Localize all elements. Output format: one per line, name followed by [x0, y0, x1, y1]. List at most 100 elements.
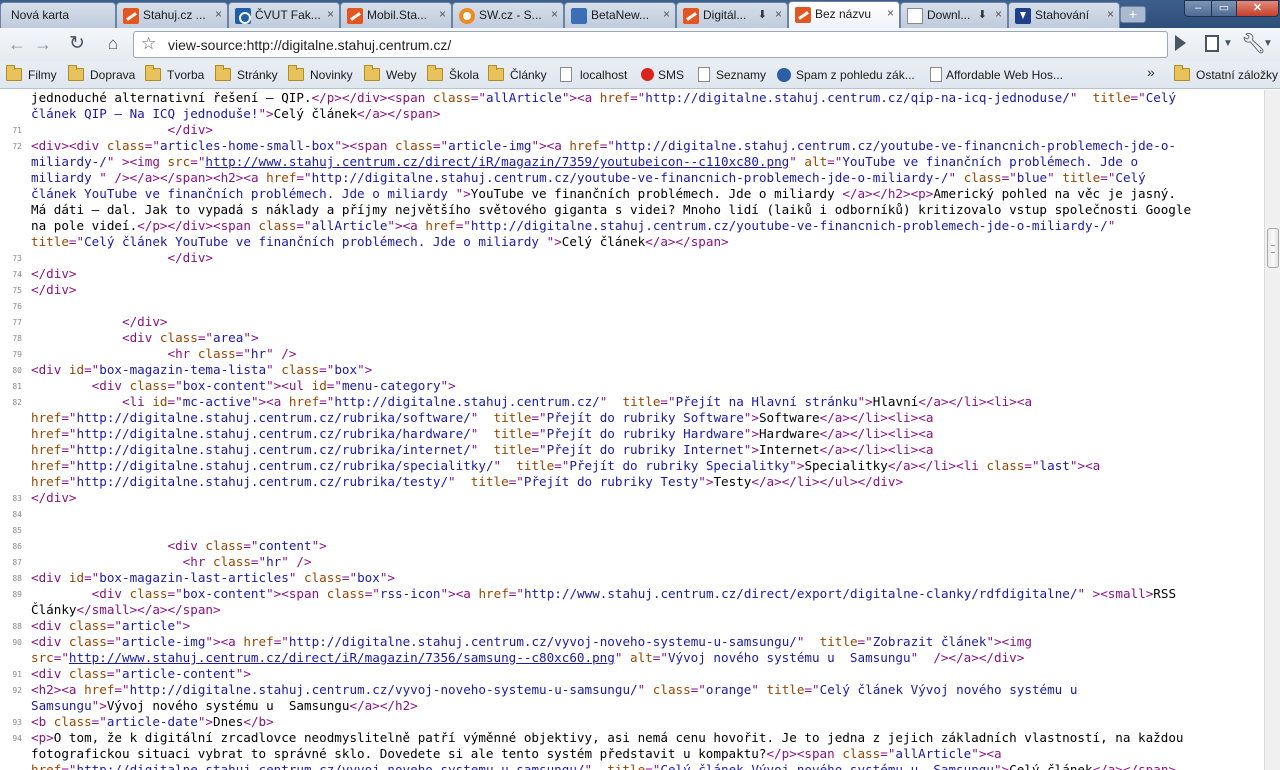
code-token: http://digitalne.stahuj.centrum.cz/youtu…: [470, 218, 1108, 233]
source-line: 84: [0, 506, 1264, 522]
close-window-button[interactable]: ✕: [1236, 0, 1279, 17]
code-token: box-content: [182, 586, 267, 601]
code-token: orange: [705, 682, 752, 697]
go-icon[interactable]: [1175, 35, 1186, 51]
line-number: 80: [12, 366, 22, 375]
bookmark-label: Novinky: [310, 68, 353, 82]
code-token: </a>: [819, 442, 850, 457]
folder-icon: [364, 65, 380, 81]
code-token: class: [197, 346, 236, 361]
bookmark-label: Spam z pohledu zák...: [796, 68, 915, 82]
page-menu-icon[interactable]: [1205, 35, 1219, 52]
tab-sw-cz[interactable]: SW.cz - S... ×: [452, 2, 564, 28]
close-icon[interactable]: ×: [663, 7, 670, 21]
code-token: box: [334, 362, 358, 377]
code-token: <hr: [182, 554, 213, 569]
address-bar[interactable]: ☆ view-source:http://digitalne.stahuj.ce…: [133, 31, 1168, 58]
toolbar: ← → ↻ ⌂ ☆ view-source:http://digitalne.s…: [0, 28, 1280, 61]
tab-digitalne[interactable]: Digitál... ⬇ ×: [676, 2, 788, 28]
code-token: =": [1001, 170, 1017, 185]
tab-bez-nazvu[interactable]: Bez názvu ×: [788, 1, 900, 28]
maximize-button[interactable]: ▭: [1211, 0, 1237, 17]
source-line: href="http://digitalne.stahuj.centrum.cz…: [0, 410, 1264, 426]
code-token: class: [432, 90, 471, 105]
home-button[interactable]: ⌂: [102, 33, 124, 55]
code-token[interactable]: http://www.stahuj.centrum.cz/direct/iR/m…: [205, 154, 789, 169]
cvut-icon: [235, 8, 251, 24]
folder-icon: [427, 65, 443, 81]
code-token: =": [1130, 90, 1146, 105]
close-icon[interactable]: ×: [327, 7, 334, 21]
code-token[interactable]: http://www.stahuj.centrum.cz/direct/iR/m…: [69, 650, 615, 665]
arrow-right-icon: →: [34, 34, 52, 54]
close-icon[interactable]: ×: [887, 6, 894, 20]
new-tab-button[interactable]: +: [1120, 6, 1146, 23]
source-code: src="http://www.stahuj.centrum.cz/direct…: [31, 650, 1024, 666]
code-token: class: [106, 138, 145, 153]
source-code: článek QIP – Na ICQ jednoduše!">Celý člá…: [31, 106, 440, 122]
code-token: article: [122, 618, 176, 633]
source-code: href="http://digitalne.stahuj.centrum.cz…: [31, 442, 933, 458]
code-token: href: [31, 426, 62, 441]
close-icon[interactable]: ×: [215, 7, 222, 21]
close-icon[interactable]: ×: [439, 7, 446, 21]
code-token: </span>: [1122, 762, 1176, 770]
code-token: title: [819, 634, 858, 649]
chevron-down-icon[interactable]: ▼: [1263, 38, 1273, 49]
code-token: <img: [129, 154, 168, 169]
code-token: Přejít do rubriky Specialitky: [569, 458, 790, 473]
code-token: <div: [31, 570, 69, 585]
tab-cvut[interactable]: ČVUT Fak... ×: [228, 2, 340, 28]
url-text[interactable]: view-source:http://digitalne.stahuj.cent…: [168, 37, 451, 53]
chevron-down-icon[interactable]: ▼: [1223, 38, 1233, 49]
code-token: Celý článek Vývoj nového systému u Samsu…: [660, 762, 994, 770]
tab-mobil-stahuj[interactable]: Mobil.Sta... ×: [340, 2, 452, 28]
bookmark-label: Škola: [449, 68, 480, 82]
code-token: Přejít do rubriky Testy: [523, 474, 699, 489]
line-number: 79: [12, 350, 22, 359]
code-token: href: [478, 586, 509, 601]
close-icon[interactable]: ×: [775, 7, 782, 21]
close-icon[interactable]: ×: [995, 7, 1002, 21]
line-number: 74: [12, 270, 22, 279]
scrollbar[interactable]: [1264, 90, 1280, 770]
tab-stahovani[interactable]: Stahování ×: [1008, 2, 1120, 28]
tab-betanews[interactable]: BetaNew... ×: [564, 2, 676, 28]
code-token: hr: [266, 554, 282, 569]
code-token: =": [508, 474, 524, 489]
code-token: http://digitalne.stahuj.centrum.cz/rubri…: [76, 442, 471, 457]
close-icon[interactable]: ×: [551, 7, 558, 21]
code-token: ">: [455, 186, 471, 201]
tab-title: SW.cz - S...: [479, 8, 542, 22]
code-token: href: [266, 170, 297, 185]
back-button[interactable]: ←: [6, 33, 28, 55]
source-view[interactable]: jednoduché alternativní řešení – QIP.</p…: [0, 90, 1264, 770]
source-line: miliardy-/" ><img src="http://www.stahuj…: [0, 154, 1264, 170]
code-token: class: [258, 218, 297, 233]
reload-button[interactable]: ↻: [66, 33, 88, 55]
source-code: href="http://digitalne.stahuj.centrum.cz…: [31, 458, 1100, 474]
minimize-button[interactable]: –: [1184, 0, 1212, 17]
source-line: 83 </div>: [0, 490, 1264, 506]
tab-stahuj[interactable]: Stahuj.cz ... ×: [116, 2, 228, 28]
source-line: href="http://digitalne.stahuj.centrum.cz…: [0, 442, 1264, 458]
code-token: =": [531, 410, 547, 425]
code-token: článek YouTube ve finančních problémech.…: [31, 186, 456, 201]
code-token: class: [68, 666, 107, 681]
forward-button[interactable]: →: [32, 33, 54, 55]
bookmarks-overflow-button[interactable]: »: [1147, 64, 1155, 80]
code-token: class: [326, 586, 365, 601]
tab-new-tab[interactable]: Nová karta: [0, 2, 116, 28]
tab-download[interactable]: Downl... ⬇ ×: [900, 2, 1008, 28]
source-code: miliardy " /></a></span><h2><a href="htt…: [31, 170, 1146, 186]
star-icon[interactable]: ☆: [141, 34, 156, 54]
close-icon[interactable]: ×: [1107, 7, 1114, 21]
source-line: title="Celý článek YouTube ve finančních…: [0, 234, 1264, 250]
code-token: http://digitalne.stahuj.centrum.cz/rubri…: [76, 426, 471, 441]
scrollbar-thumb[interactable]: [1267, 228, 1279, 268]
source-code: fotografickou situaci vybrat to správné …: [31, 746, 1002, 762]
code-token: Specialitky: [804, 458, 888, 473]
